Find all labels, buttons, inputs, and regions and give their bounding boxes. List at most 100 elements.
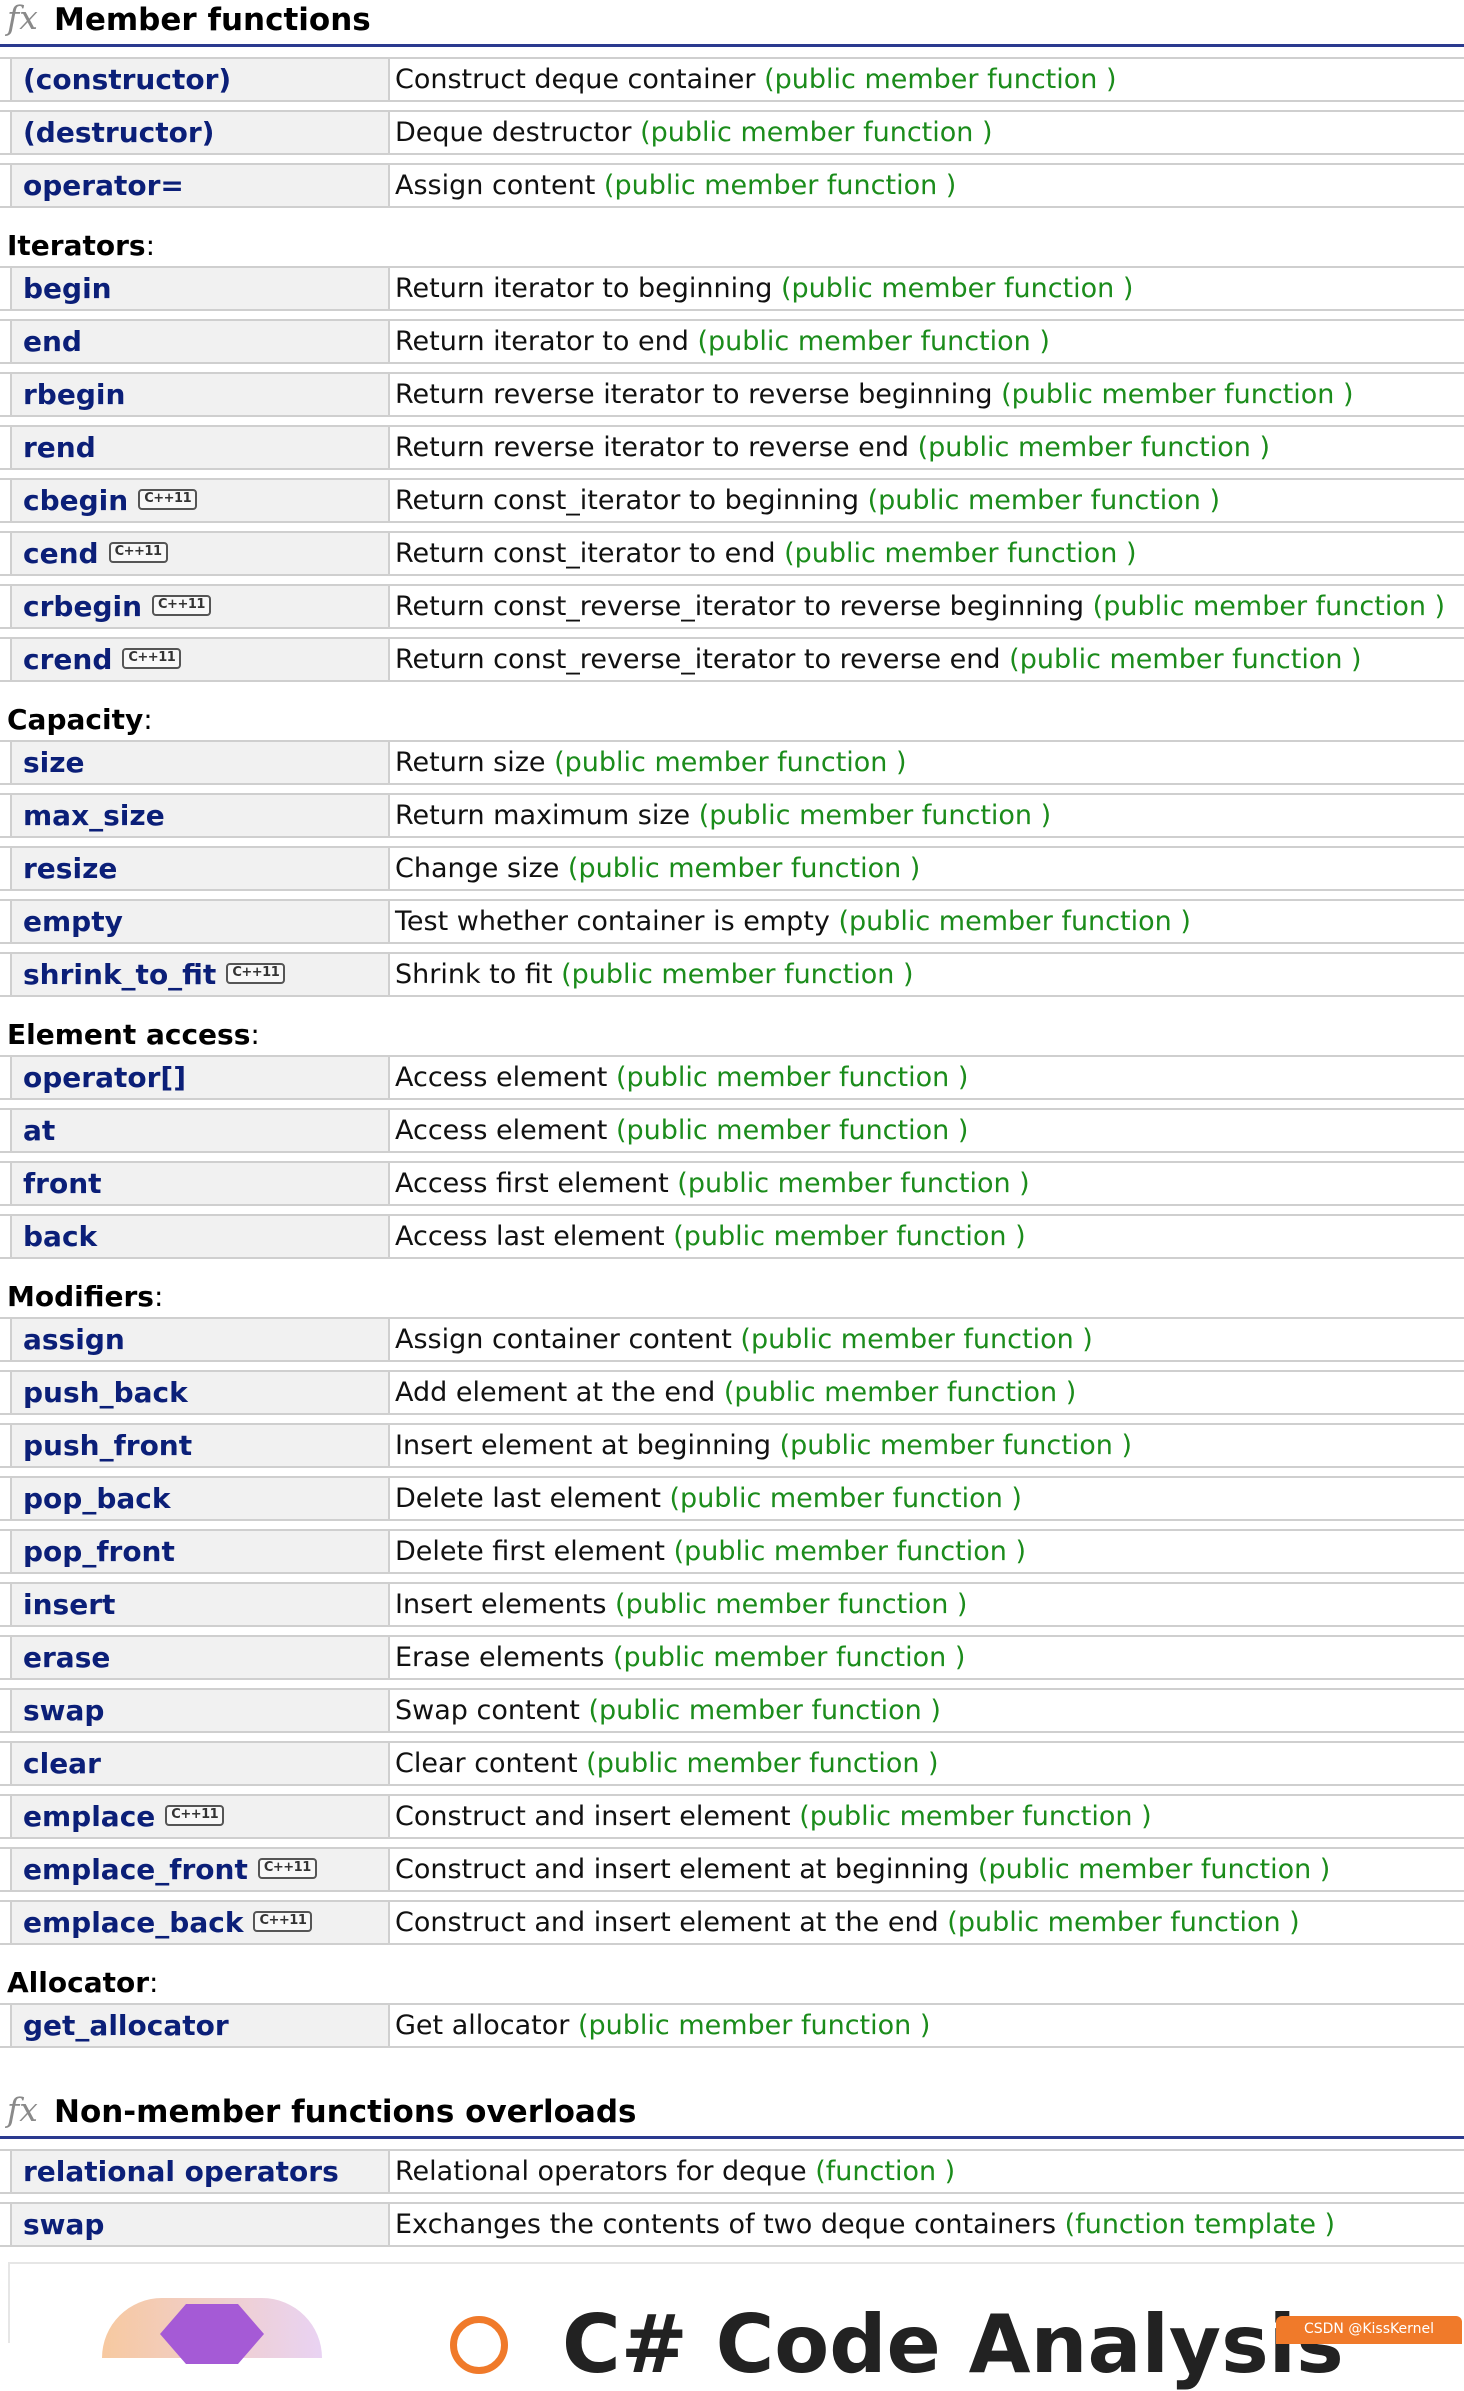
function-link-emplace-front[interactable]: emplace_front C++11 [23, 1853, 317, 1886]
description-text: Access last element [395, 1221, 665, 1252]
description-cell: Insert element at beginning (public memb… [390, 1425, 1464, 1466]
description: Access first element (public member func… [395, 1168, 1030, 1199]
function-link-erase[interactable]: erase [23, 1641, 110, 1674]
function-link-crend[interactable]: crend C++11 [23, 643, 182, 676]
function-link-begin[interactable]: begin [23, 272, 112, 305]
description-text: Add element at the end [395, 1377, 716, 1408]
description: Construct and insert element at the end … [395, 1907, 1300, 1938]
description-text: Construct and insert element at the end [395, 1907, 939, 1938]
function-kind: (public member function ) [779, 1430, 1133, 1461]
description: Access last element (public member funct… [395, 1221, 1026, 1252]
table-row: push_front Insert element at beginning (p… [0, 1423, 1464, 1468]
function-name: (constructor) [23, 63, 232, 96]
group-label-text: Modifiers [7, 1280, 154, 1313]
description: Return reverse iterator to reverse end (… [395, 432, 1270, 463]
function-link-operator[interactable]: operator[] [23, 1061, 186, 1094]
function-link-swap[interactable]: swap [23, 2208, 104, 2241]
function-kind: (public member function ) [917, 432, 1271, 463]
function-link-clear[interactable]: clear [23, 1747, 101, 1780]
function-link-get-allocator[interactable]: get_allocator [23, 2009, 229, 2042]
function-link-push-back[interactable]: push_back [23, 1376, 188, 1409]
description-cell: Return reverse iterator to reverse begin… [390, 374, 1464, 415]
function-link-relational-operators[interactable]: relational operators [23, 2155, 339, 2188]
function-link-assign[interactable]: assign [23, 1323, 125, 1356]
description: Swap content (public member function ) [395, 1695, 941, 1726]
cpp11-badge-icon: C++11 [108, 542, 168, 563]
function-link-size[interactable]: size [23, 746, 85, 779]
function-link-pop-front[interactable]: pop_front [23, 1535, 175, 1568]
description-cell: Swap content (public member function ) [390, 1690, 1464, 1731]
function-link-rend[interactable]: rend [23, 431, 96, 464]
name-cell: erase [10, 1637, 390, 1678]
function-link-emplace-back[interactable]: emplace_back C++11 [23, 1906, 313, 1939]
description: Delete first element (public member func… [395, 1536, 1026, 1567]
description-cell: Return iterator to beginning (public mem… [390, 268, 1464, 309]
name-cell: pop_back [10, 1478, 390, 1519]
ad-banner[interactable]: C# Code Analysis CSDN @KissKernel [8, 2262, 1464, 2391]
function-link-cbegin[interactable]: cbegin C++11 [23, 484, 198, 517]
function-link-destructor[interactable]: (destructor) [23, 116, 214, 149]
cpp11-badge-icon: C++11 [226, 963, 286, 984]
name-cell: rbegin [10, 374, 390, 415]
function-link-swap[interactable]: swap [23, 1694, 104, 1727]
description-text: Insert element at beginning [395, 1430, 772, 1461]
group-label-iterators: Iterators: [0, 216, 1464, 266]
table-row: pop_front Delete first element (public me… [0, 1529, 1464, 1574]
function-link-front[interactable]: front [23, 1167, 102, 1200]
function-name: rbegin [23, 378, 126, 411]
function-link-crbegin[interactable]: crbegin C++11 [23, 590, 211, 623]
name-cell: operator= [10, 165, 390, 206]
function-link-at[interactable]: at [23, 1114, 55, 1147]
description-cell: Delete first element (public member func… [390, 1531, 1464, 1572]
function-link-emplace[interactable]: emplace C++11 [23, 1800, 225, 1833]
name-cell: push_back [10, 1372, 390, 1413]
name-cell: swap [10, 2204, 390, 2245]
name-cell: emplace_back C++11 [10, 1902, 390, 1943]
function-link-max-size[interactable]: max_size [23, 799, 165, 832]
description: Return iterator to beginning (public mem… [395, 273, 1133, 304]
table-row: pop_back Delete last element (public memb… [0, 1476, 1464, 1521]
function-link-cend[interactable]: cend C++11 [23, 537, 168, 570]
function-kind: (public member function ) [784, 538, 1137, 569]
description: Return const_iterator to beginning (publ… [395, 485, 1220, 516]
table-row: operator[] Access element (public member … [0, 1055, 1464, 1100]
section-header: fx Non-member functions overloads [0, 2090, 1464, 2139]
name-cell: push_front [10, 1425, 390, 1466]
name-cell: shrink_to_fit C++11 [10, 954, 390, 995]
description-cell: Construct and insert element at beginnin… [390, 1849, 1464, 1890]
function-link-empty[interactable]: empty [23, 905, 123, 938]
name-cell: back [10, 1216, 390, 1257]
function-link-constructor[interactable]: (constructor) [23, 63, 231, 96]
description: Assign container content (public member … [395, 1324, 1093, 1355]
description-cell: Clear content (public member function ) [390, 1743, 1464, 1784]
table-row: empty Test whether container is empty (pu… [0, 899, 1464, 944]
function-name: relational operators [23, 2155, 339, 2188]
table-row: push_back Add element at the end (public … [0, 1370, 1464, 1415]
table-row: begin Return iterator to beginning (publi… [0, 266, 1464, 311]
function-link-rbegin[interactable]: rbegin [23, 378, 125, 411]
function-link-insert[interactable]: insert [23, 1588, 115, 1621]
function-link-back[interactable]: back [23, 1220, 97, 1253]
name-cell: emplace_front C++11 [10, 1849, 390, 1890]
function-link-operator[interactable]: operator= [23, 169, 184, 202]
description-cell: Access first element (public member func… [390, 1163, 1464, 1204]
function-link-push-front[interactable]: push_front [23, 1429, 192, 1462]
name-cell: relational operators [10, 2151, 390, 2192]
name-cell: operator[] [10, 1057, 390, 1098]
fx-icon: fx [7, 2090, 38, 2129]
function-name: cbegin [23, 484, 129, 517]
function-kind: (public member function ) [586, 1748, 939, 1779]
table-row: relational operators Relational operators… [0, 2149, 1464, 2194]
function-kind: (public member function ) [588, 1695, 941, 1726]
description-text: Construct and insert element at beginnin… [395, 1854, 970, 1885]
description: Return maximum size (public member funct… [395, 800, 1051, 831]
description-cell: Return const_iterator to beginning (publ… [390, 480, 1464, 521]
function-link-pop-back[interactable]: pop_back [23, 1482, 170, 1515]
function-link-end[interactable]: end [23, 325, 82, 358]
group-label-text: Allocator [7, 1966, 150, 1999]
function-link-resize[interactable]: resize [23, 852, 117, 885]
function-link-shrink-to-fit[interactable]: shrink_to_fit C++11 [23, 958, 286, 991]
function-kind: (public member function ) [723, 1377, 1077, 1408]
name-cell: cbegin C++11 [10, 480, 390, 521]
function-kind: (public member function ) [673, 1536, 1026, 1567]
